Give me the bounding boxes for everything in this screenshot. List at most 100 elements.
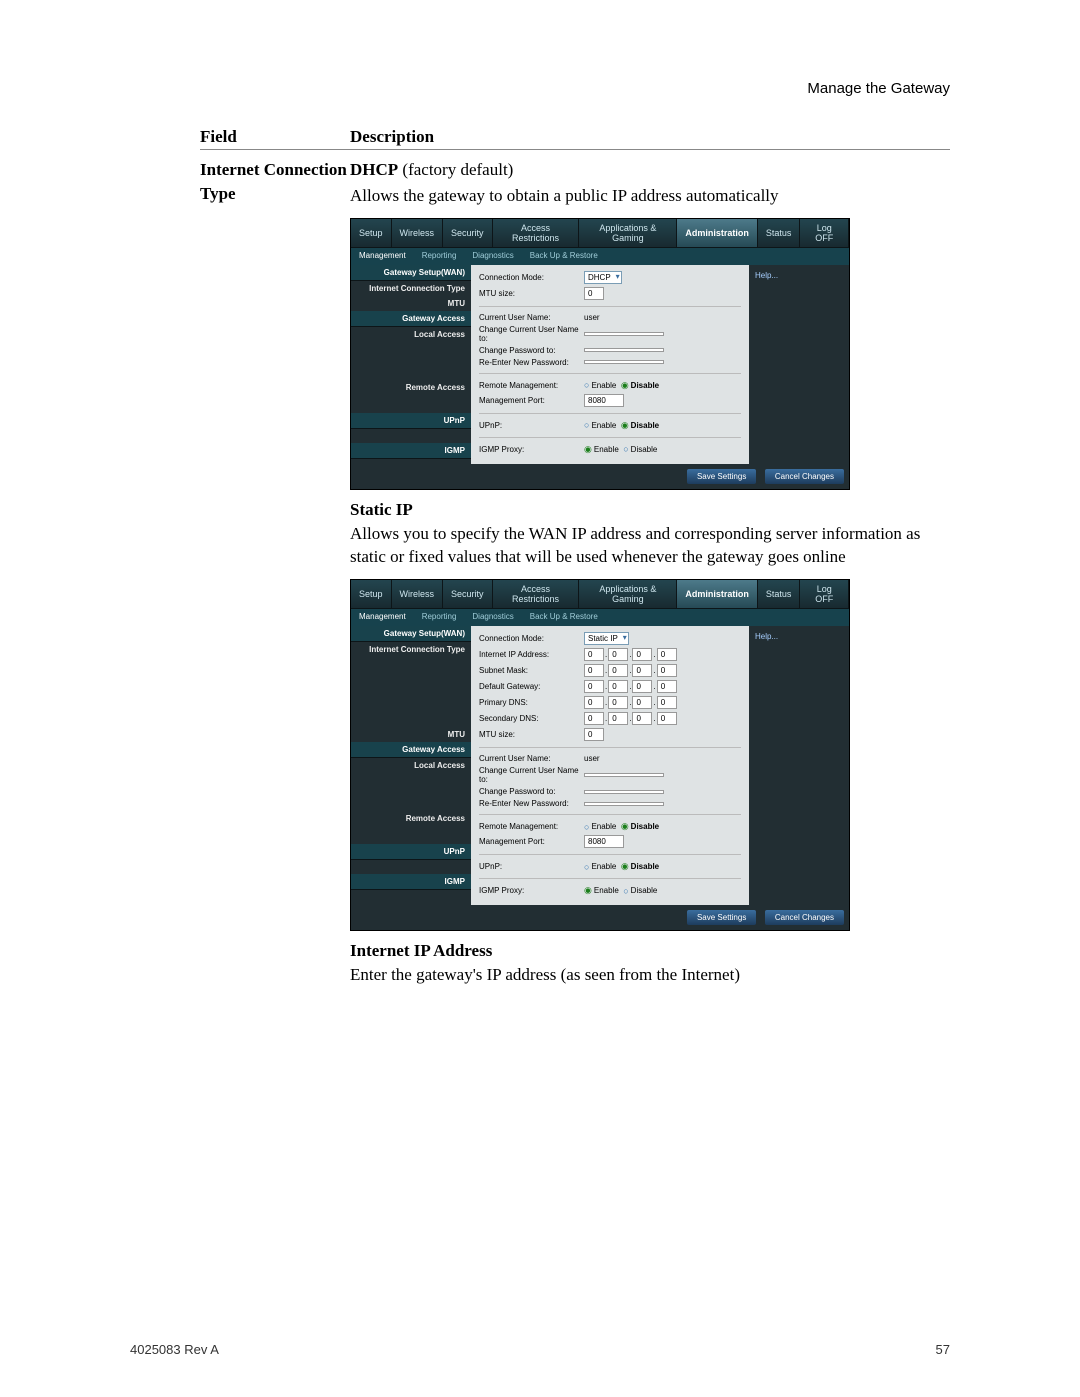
select-connection-mode-dhcp[interactable]: DHCP	[584, 271, 622, 284]
side-gateway-setup-2: Gateway Setup(WAN)	[351, 626, 471, 642]
input-reenter-pw-2[interactable]	[584, 802, 664, 806]
radio-igmp-disable[interactable]	[623, 444, 630, 454]
save-settings-button-2[interactable]: Save Settings	[687, 910, 756, 925]
input-change-pw[interactable]	[584, 348, 664, 352]
tab-security[interactable]: Security	[443, 219, 493, 247]
tab-wireless[interactable]: Wireless	[392, 219, 444, 247]
subtab-diagnostics[interactable]: Diagnostics	[464, 248, 521, 265]
tab-setup[interactable]: Setup	[351, 219, 392, 247]
input-gw-1[interactable]: 0	[584, 680, 604, 693]
radio-upnp-disable[interactable]	[621, 420, 631, 431]
input-iip-1[interactable]: 0	[584, 648, 604, 661]
input-mtu-size-2[interactable]: 0	[584, 728, 604, 741]
input-iip-2[interactable]: 0	[608, 648, 628, 661]
radio-remote-enable[interactable]	[584, 380, 591, 390]
col-description: Description	[350, 127, 950, 150]
input-iip-4[interactable]: 0	[657, 648, 677, 661]
input-pdns-1[interactable]: 0	[584, 696, 604, 709]
input-pdns-3[interactable]: 0	[632, 696, 652, 709]
side-mtu-2: MTU	[351, 727, 471, 742]
input-sm-4[interactable]: 0	[657, 664, 677, 677]
input-iip-3[interactable]: 0	[632, 648, 652, 661]
tab-status-2[interactable]: Status	[758, 580, 801, 608]
side-local-access: Local Access	[351, 327, 471, 342]
router-help-2[interactable]: Help...	[749, 626, 849, 905]
input-sdns-2[interactable]: 0	[608, 712, 628, 725]
subtab-backup-restore-2[interactable]: Back Up & Restore	[522, 609, 606, 626]
cancel-changes-button-2[interactable]: Cancel Changes	[765, 910, 844, 925]
input-gw-2[interactable]: 0	[608, 680, 628, 693]
dhcp-desc: Allows the gateway to obtain a public IP…	[350, 184, 950, 208]
footer-docid: 4025083 Rev A	[130, 1342, 219, 1357]
tab-setup-2[interactable]: Setup	[351, 580, 392, 608]
side-gateway-access-2: Gateway Access	[351, 742, 471, 758]
subtab-management[interactable]: Management	[351, 248, 414, 265]
side-remote-access: Remote Access	[351, 380, 471, 395]
save-settings-button[interactable]: Save Settings	[687, 469, 756, 484]
input-sdns-3[interactable]: 0	[632, 712, 652, 725]
lbl-current-user-2: Current User Name:	[479, 754, 584, 763]
lbl-connection-mode: Connection Mode:	[479, 273, 584, 282]
input-reenter-pw[interactable]	[584, 360, 664, 364]
doc-page: Manage the Gateway Field Description Int…	[0, 0, 1080, 1397]
subtab-reporting[interactable]: Reporting	[414, 248, 465, 265]
input-sm-2[interactable]: 0	[608, 664, 628, 677]
tab-access-restrictions-2[interactable]: Access Restrictions	[493, 580, 580, 608]
tab-administration-2[interactable]: Administration	[677, 580, 758, 608]
radio-igmp-disable-2[interactable]	[623, 886, 630, 896]
input-sm-3[interactable]: 0	[632, 664, 652, 677]
tab-status[interactable]: Status	[758, 219, 801, 247]
cancel-changes-button[interactable]: Cancel Changes	[765, 469, 844, 484]
router-footer: Save Settings Cancel Changes	[351, 464, 849, 489]
input-change-pw-2[interactable]	[584, 790, 664, 794]
input-change-user-2[interactable]	[584, 773, 664, 777]
radio-igmp-enable[interactable]	[584, 444, 594, 455]
input-mgmt-port[interactable]: 8080	[584, 394, 624, 407]
input-gw-3[interactable]: 0	[632, 680, 652, 693]
val-current-user-2: user	[584, 754, 600, 763]
tab-administration[interactable]: Administration	[677, 219, 758, 247]
footer-pagenum: 57	[936, 1342, 950, 1357]
subtab-diagnostics-2[interactable]: Diagnostics	[464, 609, 521, 626]
radio-upnp-disable-2[interactable]	[621, 861, 631, 872]
subtab-reporting-2[interactable]: Reporting	[414, 609, 465, 626]
internet-ip-desc: Enter the gateway's IP address (as seen …	[350, 963, 950, 987]
side-remote-access-2: Remote Access	[351, 811, 471, 826]
radio-remote-disable-2[interactable]	[621, 821, 631, 832]
tab-security-2[interactable]: Security	[443, 580, 493, 608]
side-internet-conn-type: Internet Connection Type	[351, 281, 471, 296]
subtab-backup-restore[interactable]: Back Up & Restore	[522, 248, 606, 265]
input-mtu-size[interactable]: 0	[584, 287, 604, 300]
input-gw-4[interactable]: 0	[657, 680, 677, 693]
tab-applications-gaming-2[interactable]: Applications & Gaming	[579, 580, 677, 608]
input-mgmt-port-2[interactable]: 8080	[584, 835, 624, 848]
radio-upnp-enable-2[interactable]	[584, 862, 591, 872]
side-upnp-2: UPnP	[351, 844, 471, 860]
tab-applications-gaming[interactable]: Applications & Gaming	[579, 219, 677, 247]
radio-upnp-enable[interactable]	[584, 420, 591, 430]
input-pdns-2[interactable]: 0	[608, 696, 628, 709]
input-sm-1[interactable]: 0	[584, 664, 604, 677]
static-ip-title: Static IP	[350, 500, 950, 520]
static-ip-desc: Allows you to specify the WAN IP address…	[350, 522, 950, 570]
radio-remote-enable-2[interactable]	[584, 822, 591, 832]
input-pdns-4[interactable]: 0	[657, 696, 677, 709]
radio-remote-disable[interactable]	[621, 380, 631, 391]
tab-wireless-2[interactable]: Wireless	[392, 580, 444, 608]
input-sdns-4[interactable]: 0	[657, 712, 677, 725]
tab-access-restrictions[interactable]: Access Restrictions	[493, 219, 580, 247]
tab-logoff-2[interactable]: Log OFF	[800, 580, 849, 608]
tab-logoff[interactable]: Log OFF	[800, 219, 849, 247]
lbl-upnp-2: UPnP:	[479, 862, 584, 871]
subtab-management-2[interactable]: Management	[351, 609, 414, 626]
lbl-remote-mgmt: Remote Management:	[479, 381, 584, 390]
lbl-subnet: Subnet Mask:	[479, 666, 584, 675]
input-change-user[interactable]	[584, 332, 664, 336]
lbl-mtu-size: MTU size:	[479, 289, 584, 298]
input-sdns-1[interactable]: 0	[584, 712, 604, 725]
radio-igmp-enable-2[interactable]	[584, 885, 594, 896]
router-help[interactable]: Help...	[749, 265, 849, 464]
router-panel-dhcp: Setup Wireless Security Access Restricti…	[350, 218, 850, 490]
select-connection-mode-static[interactable]: Static IP	[584, 632, 629, 645]
router-sub-tabs: Management Reporting Diagnostics Back Up…	[351, 247, 849, 265]
